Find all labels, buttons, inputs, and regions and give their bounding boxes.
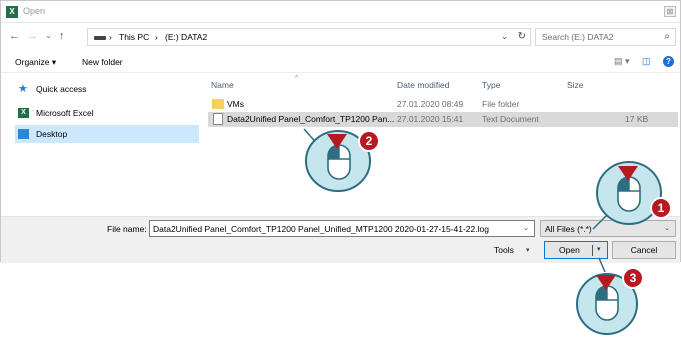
file-size: 17 KB [625,114,649,124]
address-dropdown-icon[interactable]: ⌄ [501,32,508,41]
file-row-vms[interactable]: VMs 27.01.2020 08:49 File folder [208,97,678,112]
pc-icon [94,36,106,40]
up-arrow-icon[interactable]: ↑ [59,30,65,42]
organize-button[interactable]: Organize ▾ [15,57,56,68]
sort-ascending-icon: ^ [295,75,299,82]
file-name-dropdown-icon[interactable]: ⌄ [523,224,529,232]
refresh-icon[interactable]: ↻ [518,31,526,42]
file-name-label: File name: [107,224,147,234]
close-button[interactable]: ⊠ [664,6,676,17]
nav-item-quick-access[interactable]: ★ Quick access [15,80,199,98]
text-document-icon [213,113,223,125]
column-header-size[interactable]: Size [567,80,584,90]
command-bar: Organize ▾ New folder ▤ ▾ ◫ ? [1,51,680,73]
nav-item-desktop[interactable]: Desktop [15,125,199,143]
step-badge-3: 3 [622,267,644,289]
breadcrumb-separator: › [109,32,112,42]
excel-icon: X [18,108,29,118]
nav-item-label: Desktop [36,129,68,139]
file-name-combobox[interactable]: ⌄ [149,220,535,237]
open-dropdown-icon[interactable]: ▾ [597,245,601,253]
nav-item-label: Quick access [36,84,87,94]
breadcrumb-this-pc[interactable]: This PC [119,32,149,42]
desktop-icon [18,129,29,139]
navigation-pane: ★ Quick access X Microsoft Excel Desktop [1,74,201,214]
back-arrow-icon[interactable]: ← [9,30,20,42]
step-badge-2: 2 [358,130,380,152]
change-view-icon[interactable]: ▤ ▾ [614,56,630,67]
open-button-label: Open [559,245,580,255]
nav-item-label: Microsoft Excel [36,108,94,118]
mouse-click-callout-1: 1 [585,155,681,235]
excel-app-icon: X [6,6,18,18]
breadcrumb-separator: › [155,32,158,42]
search-input[interactable] [542,31,654,43]
step-badge-1: 1 [650,197,672,219]
search-icon[interactable]: ⌕ [664,31,670,42]
address-field[interactable]: › This PC › (E:) DATA2 ⌄ ↻ [87,28,531,46]
file-name: VMs [227,99,244,109]
mouse-click-icon [592,161,662,230]
address-bar-row: ← → ⌄ ↑ › This PC › (E:) DATA2 ⌄ ↻ ⌕ [1,25,680,49]
breadcrumb-drive[interactable]: (E:) DATA2 [165,32,207,42]
column-header-name[interactable]: Name [211,80,234,90]
tools-button[interactable]: Tools [494,245,514,255]
file-row-data2unified-log[interactable]: Data2Unified Panel_Comfort_TP1200 Pan...… [208,112,678,127]
help-icon[interactable]: ? [663,56,674,67]
new-folder-button[interactable]: New folder [82,57,123,67]
mouse-click-callout-2: 2 [300,125,386,195]
file-name-input[interactable] [153,223,513,235]
column-header-type[interactable]: Type [482,80,500,90]
mouse-click-icon [576,257,638,335]
tools-dropdown-icon[interactable]: ▾ [526,246,530,254]
nav-item-microsoft-excel[interactable]: X Microsoft Excel [15,104,199,122]
folder-icon [212,99,224,109]
forward-arrow-icon[interactable]: → [27,30,38,42]
search-box[interactable]: ⌕ [535,28,676,46]
file-type: Text Document [482,114,539,124]
file-date: 27.01.2020 15:41 [397,114,464,124]
file-type: File folder [482,99,520,109]
preview-pane-icon[interactable]: ◫ [642,56,651,67]
mouse-click-callout-3: 3 [575,256,655,340]
title-bar: X Open ⊠ [1,1,680,23]
window-title: Open [23,6,46,16]
star-icon: ★ [18,83,28,95]
split-divider [592,245,593,256]
recent-locations-chevron-icon[interactable]: ⌄ [45,31,52,40]
column-header-date-modified[interactable]: Date modified [397,80,449,90]
file-date: 27.01.2020 08:49 [397,99,464,109]
file-name: Data2Unified Panel_Comfort_TP1200 Pan... [227,114,395,124]
